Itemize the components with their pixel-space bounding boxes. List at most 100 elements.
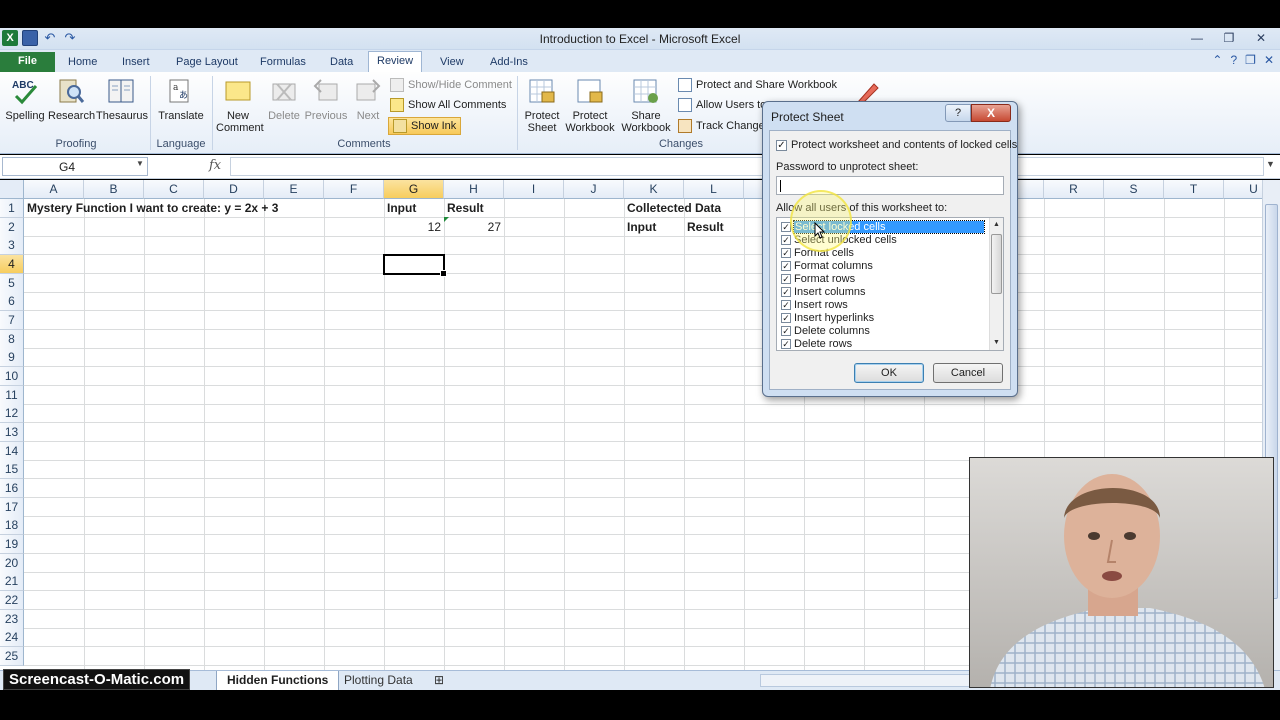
- window-restore-icon[interactable]: ❐: [1245, 53, 1256, 67]
- spelling-button[interactable]: ABC Spelling: [4, 76, 46, 122]
- permission-checkbox[interactable]: ✓: [781, 273, 791, 284]
- list-item-insert-hyperlinks[interactable]: ✓ Insert hyperlinks: [781, 311, 874, 324]
- research-button[interactable]: Research: [48, 76, 95, 122]
- list-item-format-columns[interactable]: ✓ Format columns: [781, 259, 873, 272]
- window-close-icon[interactable]: ✕: [1264, 53, 1274, 67]
- column-header-r[interactable]: R: [1044, 180, 1104, 199]
- column-header-u[interactable]: U: [1224, 180, 1262, 199]
- permission-checkbox[interactable]: ✓: [781, 312, 791, 323]
- scroll-up-icon[interactable]: ▲: [990, 218, 1003, 231]
- column-header-a[interactable]: A: [24, 180, 84, 199]
- row-header[interactable]: 5: [0, 274, 24, 293]
- cancel-button[interactable]: Cancel: [933, 363, 1003, 383]
- column-header-h[interactable]: H: [444, 180, 504, 199]
- help-icon[interactable]: ?: [1230, 53, 1237, 67]
- protect-contents-checkbox[interactable]: ✓: [776, 139, 787, 151]
- sheet-tab-plotting-data[interactable]: Plotting Data: [334, 671, 423, 690]
- cell-k1[interactable]: Colletected Data: [627, 199, 721, 218]
- tab-add-ins[interactable]: Add-Ins: [482, 53, 536, 72]
- tab-data[interactable]: Data: [322, 53, 361, 72]
- row-header[interactable]: 24: [0, 628, 24, 647]
- show-hide-comment-button[interactable]: Show/Hide Comment: [390, 76, 512, 94]
- list-item-insert-rows[interactable]: ✓ Insert rows: [781, 298, 848, 311]
- list-item-delete-columns[interactable]: ✓ Delete columns: [781, 324, 870, 337]
- row-header[interactable]: 22: [0, 591, 24, 610]
- column-header-c[interactable]: C: [144, 180, 204, 199]
- permission-checkbox[interactable]: ✓: [781, 286, 791, 297]
- row-header[interactable]: 20: [0, 554, 24, 573]
- delete-comment-button[interactable]: Delete: [264, 76, 304, 122]
- formula-input[interactable]: [230, 157, 1264, 176]
- column-header-k[interactable]: K: [624, 180, 684, 199]
- cell-g1[interactable]: Input: [387, 199, 416, 218]
- row-header[interactable]: 16: [0, 479, 24, 498]
- expand-formula-bar-icon[interactable]: ▼: [1266, 159, 1275, 169]
- row-header[interactable]: 1: [0, 199, 24, 218]
- protect-workbook-button[interactable]: Protect Workbook: [564, 76, 616, 134]
- column-header-t[interactable]: T: [1164, 180, 1224, 199]
- cell-k2[interactable]: Input: [627, 218, 656, 237]
- protect-contents-checkbox-row[interactable]: ✓ Protect worksheet and contents of lock…: [776, 139, 1017, 151]
- track-changes-button[interactable]: Track Change: [678, 117, 765, 135]
- row-header[interactable]: 15: [0, 460, 24, 479]
- tab-insert[interactable]: Insert: [114, 53, 158, 72]
- cell-h2[interactable]: 27: [444, 218, 501, 237]
- allow-users-button[interactable]: Allow Users to: [678, 96, 766, 114]
- row-header[interactable]: 13: [0, 423, 24, 442]
- new-comment-button[interactable]: New Comment: [216, 76, 264, 134]
- permissions-scroll-thumb[interactable]: [991, 234, 1002, 294]
- previous-comment-button[interactable]: Previous: [304, 76, 348, 122]
- permission-checkbox[interactable]: ✓: [781, 325, 791, 336]
- column-header-s[interactable]: S: [1104, 180, 1164, 199]
- row-header[interactable]: 7: [0, 311, 24, 330]
- row-header[interactable]: 17: [0, 498, 24, 517]
- row-header[interactable]: 18: [0, 516, 24, 535]
- sheet-tab-hidden-functions[interactable]: Hidden Functions: [216, 671, 340, 690]
- column-header-e[interactable]: E: [264, 180, 324, 199]
- show-all-comments-button[interactable]: Show All Comments: [390, 96, 506, 114]
- column-header-i[interactable]: I: [504, 180, 564, 199]
- cell-h1[interactable]: Result: [447, 199, 484, 218]
- cell-g2[interactable]: 12: [384, 218, 441, 237]
- column-header-d[interactable]: D: [204, 180, 264, 199]
- row-header[interactable]: 9: [0, 348, 24, 367]
- row-header[interactable]: 6: [0, 292, 24, 311]
- column-header-g[interactable]: G: [384, 180, 444, 199]
- protect-sheet-button[interactable]: Protect Sheet: [520, 76, 564, 134]
- row-header[interactable]: 21: [0, 572, 24, 591]
- column-header-f[interactable]: F: [324, 180, 384, 199]
- permission-checkbox[interactable]: ✓: [781, 299, 791, 310]
- next-comment-button[interactable]: Next: [350, 76, 386, 122]
- column-header-j[interactable]: J: [564, 180, 624, 199]
- insert-function-icon[interactable]: fx: [209, 158, 221, 173]
- row-header[interactable]: 10: [0, 367, 24, 386]
- minimize-ribbon-icon[interactable]: ⌃: [1212, 53, 1222, 67]
- share-workbook-button[interactable]: Share Workbook: [618, 76, 674, 134]
- translate-button[interactable]: a あ Translate: [156, 76, 206, 122]
- row-header[interactable]: 25: [0, 647, 24, 666]
- row-header-selected[interactable]: 4: [0, 255, 24, 274]
- cell-l2[interactable]: Result: [687, 218, 724, 237]
- row-header[interactable]: 3: [0, 236, 24, 255]
- restore-icon[interactable]: ❐: [1214, 30, 1244, 47]
- permission-checkbox[interactable]: ✓: [781, 338, 791, 349]
- scroll-down-icon[interactable]: ▼: [990, 336, 1003, 349]
- name-box[interactable]: G4: [2, 157, 148, 176]
- thesaurus-button[interactable]: Thesaurus: [96, 76, 148, 122]
- close-icon[interactable]: ✕: [1246, 30, 1276, 47]
- tab-file[interactable]: File: [0, 52, 55, 72]
- dialog-close-button[interactable]: X: [971, 104, 1011, 122]
- permission-checkbox[interactable]: ✓: [781, 247, 791, 258]
- tab-home[interactable]: Home: [60, 53, 105, 72]
- show-ink-button[interactable]: Show Ink: [388, 117, 462, 135]
- row-header[interactable]: 23: [0, 610, 24, 629]
- row-header[interactable]: 14: [0, 442, 24, 461]
- ok-button[interactable]: OK: [854, 363, 924, 383]
- row-header[interactable]: 11: [0, 386, 24, 405]
- list-item-format-rows[interactable]: ✓ Format rows: [781, 272, 855, 285]
- column-header-b[interactable]: B: [84, 180, 144, 199]
- column-header-l[interactable]: L: [684, 180, 744, 199]
- dialog-help-button[interactable]: ?: [945, 104, 971, 122]
- tab-view[interactable]: View: [432, 53, 472, 72]
- permission-checkbox[interactable]: ✓: [781, 260, 791, 271]
